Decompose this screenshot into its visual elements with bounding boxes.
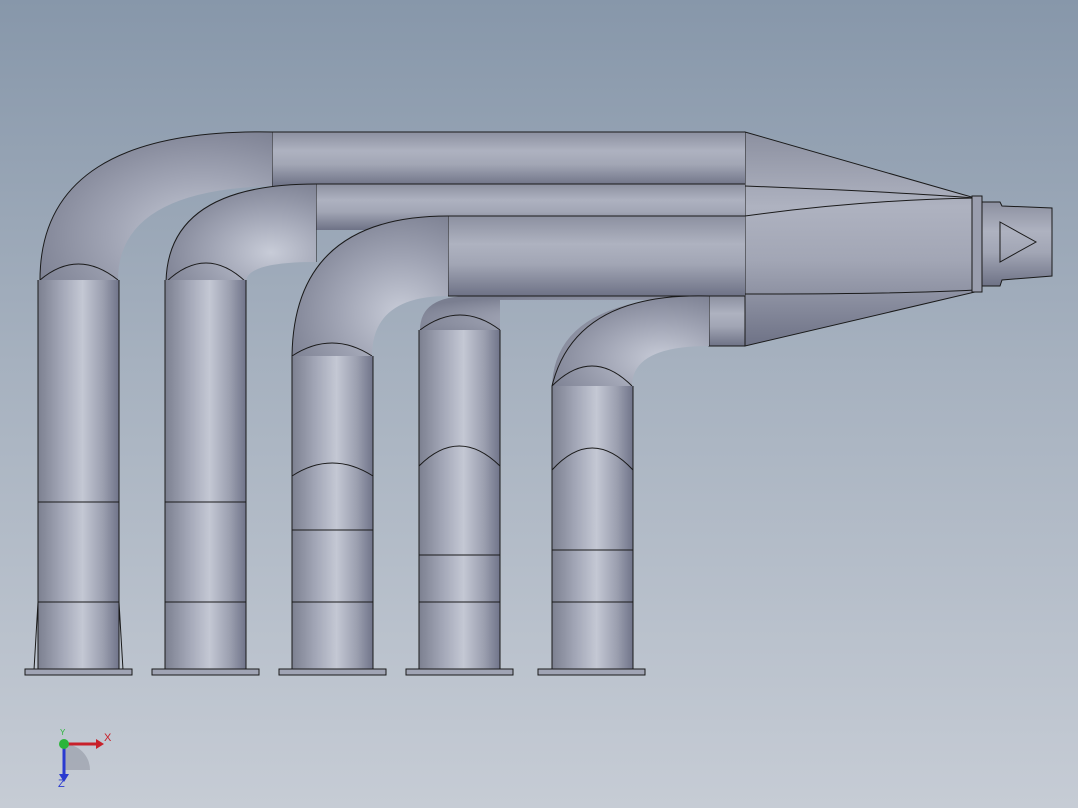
z-axis-label: Z: [58, 778, 65, 790]
graphics-viewport[interactable]: X Y Z: [0, 0, 1078, 808]
runner-3[interactable]: [278, 215, 745, 676]
reference-triad: X Y Z: [52, 728, 122, 790]
y-axis-dot: [59, 739, 69, 749]
collector: [744, 131, 1053, 347]
y-axis-label: Y: [60, 728, 66, 737]
model-canvas[interactable]: [0, 0, 1078, 808]
x-axis-label: X: [104, 732, 112, 744]
runner-5[interactable]: [537, 295, 746, 676]
